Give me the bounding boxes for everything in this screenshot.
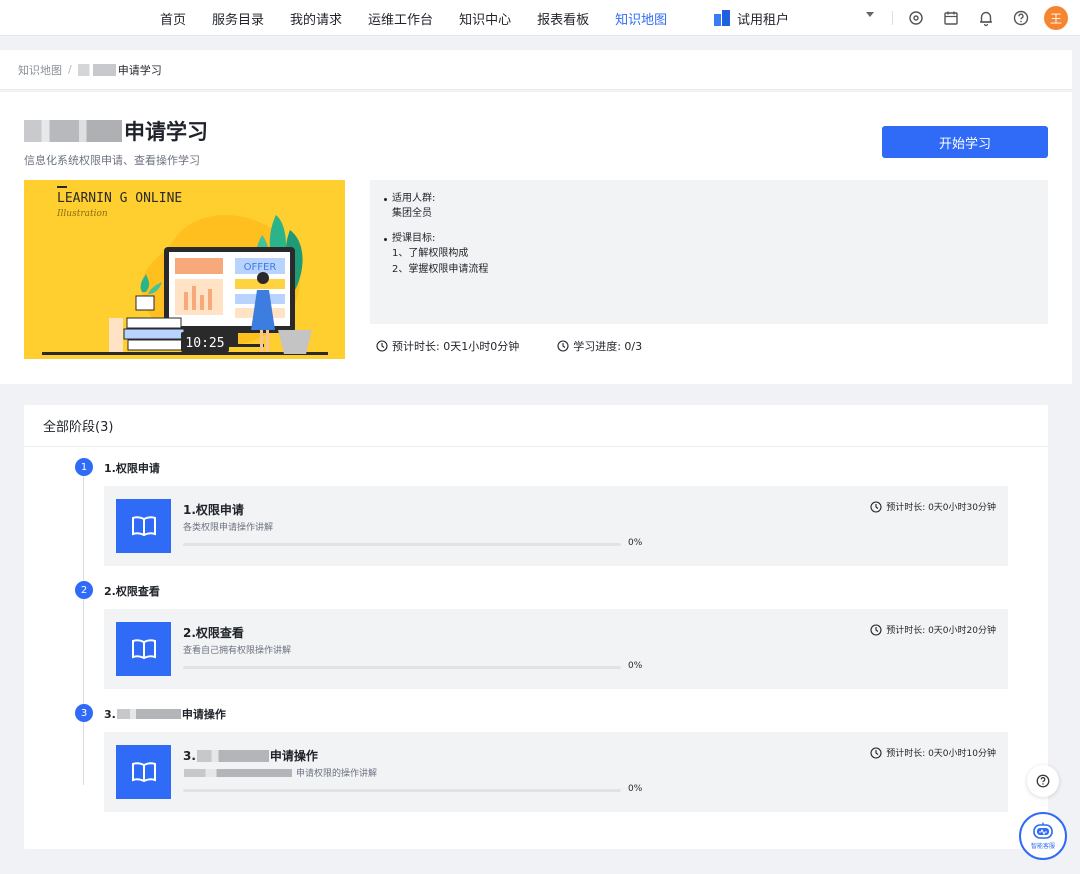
learning-illustration: 10:25 OFFER [24, 180, 345, 359]
lesson-duration-text: 预计时长: 0天0小时30分钟 [886, 500, 996, 513]
nav-item-report-dashboard[interactable]: 报表看板 [537, 9, 589, 28]
breadcrumb: 知识地图 / 申请学习 [0, 50, 1072, 90]
lesson-name: 3. 申请操作 [183, 747, 318, 764]
floating-help-button[interactable] [1027, 765, 1059, 797]
course-title: 申请学习 [124, 116, 208, 146]
course-duration: 预计时长: 0天1小时0分钟 [376, 338, 519, 354]
building-icon [714, 10, 730, 26]
stage-number-badge: 3 [75, 704, 93, 722]
page-title: 申请学习 [24, 116, 208, 146]
lesson-progress-bar [183, 543, 621, 546]
tenant-name: 试用租户 [737, 9, 789, 28]
lesson-duration: 预计时长: 0天0小时30分钟 [870, 500, 996, 513]
cover-offer-text: OFFER [244, 262, 277, 273]
lesson-name: 1.权限申请 [183, 501, 244, 518]
course-meta: 预计时长: 0天1小时0分钟 学习进度: 0/3 [376, 338, 680, 354]
book-icon [116, 499, 171, 553]
stage-title-prefix: 3. [104, 708, 116, 721]
breadcrumb-current: 申请学习 [118, 62, 162, 78]
question-icon [1035, 773, 1051, 789]
nav-item-my-requests[interactable]: 我的请求 [290, 9, 342, 28]
audience-label: 适用人群: [384, 192, 1034, 206]
cover-title: LEARNIN G ONLINE [57, 191, 182, 206]
avatar[interactable]: 王 [1044, 6, 1068, 30]
lesson-progress-text: 0% [628, 538, 642, 548]
decorative-bar [57, 186, 67, 188]
redacted-text [78, 64, 116, 76]
lesson-description: 查看自己拥有权限操作讲解 [183, 643, 291, 656]
lesson-card[interactable]: 3. 申请操作 申请权限的操作讲解 0% 预计时长: 0天0小时10分钟 [104, 732, 1008, 812]
clock-icon [870, 501, 882, 513]
nav-item-service-catalog[interactable]: 服务目录 [212, 9, 264, 28]
stage-title: 3. 申请操作 [104, 706, 226, 722]
progress-icon [557, 340, 569, 352]
settings-icon[interactable] [907, 9, 925, 27]
clock-icon [870, 747, 882, 759]
audience-value: 集团全员 [384, 206, 1034, 222]
stage-title: 1.权限申请 [104, 460, 160, 476]
goal-item: 2、掌握权限申请流程 [384, 262, 1034, 278]
course-info-box: 适用人群: 集团全员 授课目标: 1、了解权限构成 2、掌握权限申请流程 [370, 180, 1048, 324]
redacted-text [184, 769, 292, 777]
lesson-progress-bar [183, 666, 621, 669]
start-learning-button[interactable]: 开始学习 [882, 126, 1048, 158]
course-progress-text: 学习进度: 0/3 [573, 338, 642, 354]
nav-item-knowledge-center[interactable]: 知识中心 [459, 9, 511, 28]
course-progress: 学习进度: 0/3 [557, 338, 642, 354]
assistant-label: 智能客服 [1031, 841, 1055, 850]
lesson-duration-text: 预计时长: 0天0小时20分钟 [886, 623, 996, 636]
cover-clock-text: 10:25 [185, 336, 224, 351]
nav-item-knowledge-map[interactable]: 知识地图 [615, 9, 667, 28]
stages-card: 全部阶段(3) 1 1.权限申请 1.权限申请 各类权限申请操作讲解 0% 预计… [24, 405, 1048, 849]
breadcrumb-root[interactable]: 知识地图 [18, 62, 62, 78]
lesson-name: 2.权限查看 [183, 624, 244, 641]
lesson-name-prefix: 3. [183, 749, 196, 763]
goal-item: 1、了解权限构成 [384, 246, 1034, 262]
timeline-line [83, 467, 84, 785]
lesson-description-suffix: 申请权限的操作讲解 [296, 766, 377, 779]
cover-subtitle: Illustration [57, 209, 108, 219]
lesson-name-suffix: 申请操作 [270, 747, 318, 764]
lesson-progress-text: 0% [628, 661, 642, 671]
nav-item-home[interactable]: 首页 [160, 9, 186, 28]
divider [892, 11, 893, 25]
clock-icon [376, 340, 388, 352]
nav-item-ops-workbench[interactable]: 运维工作台 [368, 9, 433, 28]
lesson-progress-bar [183, 789, 621, 792]
course-subtitle: 信息化系统权限申请、查看操作学习 [24, 152, 200, 168]
lesson-description: 申请权限的操作讲解 [183, 766, 377, 779]
stages-header: 全部阶段(3) [24, 405, 1048, 447]
robot-icon [1032, 822, 1054, 840]
redacted-text [197, 750, 269, 762]
goal-label: 授课目标: [384, 232, 1034, 246]
breadcrumb-separator: / [68, 63, 72, 76]
calendar-icon[interactable] [942, 9, 960, 27]
lesson-duration: 预计时长: 0天0小时10分钟 [870, 746, 996, 759]
top-navigation-bar: 首页 服务目录 我的请求 运维工作台 知识中心 报表看板 知识地图 试用租户 王 [0, 0, 1080, 36]
smart-assistant-button[interactable]: 智能客服 [1019, 812, 1067, 860]
course-header-card: 申请学习 信息化系统权限申请、查看操作学习 开始学习 [0, 92, 1072, 384]
tenant-switcher[interactable]: 试用租户 [714, 7, 789, 29]
clock-icon [870, 624, 882, 636]
stage-number-badge: 2 [75, 581, 93, 599]
stage-title: 2.权限查看 [104, 583, 160, 599]
book-icon [116, 622, 171, 676]
lesson-description: 各类权限申请操作讲解 [183, 520, 273, 533]
main-menu: 首页 服务目录 我的请求 运维工作台 知识中心 报表看板 知识地图 [160, 0, 693, 36]
lesson-duration-text: 预计时长: 0天0小时10分钟 [886, 746, 996, 759]
course-duration-text: 预计时长: 0天1小时0分钟 [392, 338, 519, 354]
help-icon[interactable] [1012, 9, 1030, 27]
lesson-card[interactable]: 1.权限申请 各类权限申请操作讲解 0% 预计时长: 0天0小时30分钟 [104, 486, 1008, 566]
course-cover-image: 10:25 OFFER LEARNIN G ONLINE Illustratio… [24, 180, 345, 359]
lesson-progress-text: 0% [628, 784, 642, 794]
redacted-text [117, 709, 181, 719]
redacted-text [24, 120, 122, 142]
lesson-card[interactable]: 2.权限查看 查看自己拥有权限操作讲解 0% 预计时长: 0天0小时20分钟 [104, 609, 1008, 689]
stage-number-badge: 1 [75, 458, 93, 476]
book-icon [116, 745, 171, 799]
bell-icon[interactable] [977, 9, 995, 27]
chevron-down-icon[interactable] [866, 12, 874, 17]
stage-title-suffix: 申请操作 [182, 706, 226, 722]
lesson-duration: 预计时长: 0天0小时20分钟 [870, 623, 996, 636]
